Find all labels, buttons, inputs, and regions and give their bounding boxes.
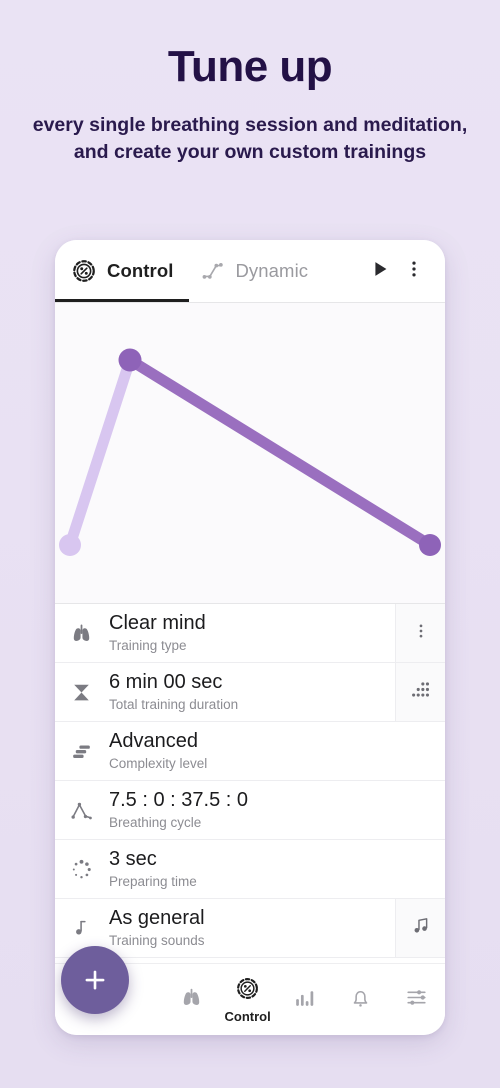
promo-header: Tune up every single breathing session a… (0, 0, 500, 166)
bell-icon (348, 985, 373, 1015)
spinner-dots-icon (55, 840, 107, 898)
bottom-navigation-bar: Control (55, 946, 445, 1035)
lungs-icon (179, 985, 204, 1015)
list-item[interactable]: As general Training sounds (55, 899, 445, 958)
chart-svg (59, 348, 441, 556)
list-item-sublabel: Preparing time (109, 874, 197, 890)
control-gauge-icon (235, 976, 260, 1006)
settings-list: Clear mind Training type 6 min 00 sec To… (55, 604, 445, 963)
chart-point-peak[interactable] (118, 348, 142, 372)
levels-icon (55, 722, 107, 780)
chart-point-start[interactable] (59, 534, 81, 556)
list-item-text: 6 min 00 sec Total training duration (107, 663, 395, 721)
nav-item-statistics[interactable] (276, 964, 332, 1035)
control-gauge-icon (71, 258, 97, 284)
play-button[interactable] (363, 251, 397, 291)
list-item-value: 3 sec (109, 848, 157, 871)
page-title: Tune up (167, 42, 333, 91)
bar-chart-icon (292, 985, 317, 1015)
list-item-value: Clear mind (109, 612, 206, 635)
hourglass-icon (55, 663, 107, 721)
list-item-sounds-button[interactable] (395, 899, 445, 957)
list-item[interactable]: Clear mind Training type (55, 604, 445, 663)
list-item-menu-button[interactable] (395, 604, 445, 662)
more-vertical-icon (412, 622, 430, 645)
sliders-icon (404, 985, 429, 1015)
list-item-action-placeholder (395, 781, 445, 839)
tab-dynamic-label: Dynamic (235, 260, 309, 281)
nav-item-control-label: Control (224, 1008, 271, 1024)
nav-item-control[interactable]: Control (219, 964, 275, 1035)
chart-series-exhale (124, 354, 436, 551)
list-item-value: As general (109, 907, 205, 930)
list-item-sublabel: Complexity level (109, 756, 208, 772)
overflow-menu-button[interactable] (397, 251, 431, 291)
list-item-text: 3 sec Preparing time (107, 840, 395, 898)
tab-control-label: Control (107, 260, 174, 281)
list-item-sublabel: Breathing cycle (109, 815, 202, 831)
add-training-button[interactable] (61, 946, 129, 1014)
list-item-keypad-button[interactable] (395, 663, 445, 721)
nav-item-reminders[interactable] (332, 964, 388, 1035)
plus-icon (85, 970, 105, 990)
tab-dynamic[interactable]: Dynamic (199, 240, 308, 302)
list-item-text: Advanced Complexity level (107, 722, 395, 780)
top-tab-bar: Control Dynamic (55, 240, 445, 302)
list-item-value: Advanced (109, 730, 198, 753)
list-item-text: As general Training sounds (107, 899, 395, 957)
list-item[interactable]: 7.5 : 0 : 37.5 : 0 Breathing cycle (55, 781, 445, 840)
list-item-action-placeholder (395, 722, 445, 780)
tab-control[interactable]: Control (55, 240, 191, 302)
list-item-text: 7.5 : 0 : 37.5 : 0 Breathing cycle (107, 781, 395, 839)
page-subtitle: every single breathing session and medit… (32, 114, 468, 164)
double-music-note-icon (409, 914, 432, 942)
nav-item-settings[interactable] (389, 964, 445, 1035)
list-item-sublabel: Total training duration (109, 697, 239, 713)
list-item-text: Clear mind Training type (107, 604, 395, 662)
more-vertical-icon (404, 259, 424, 284)
list-item[interactable]: Advanced Complexity level (55, 722, 445, 781)
line-chart-icon (199, 258, 225, 284)
app-screenshot-card: Control Dynamic Clear mind Training type… (55, 240, 445, 1035)
nav-item-breathing[interactable] (163, 964, 219, 1035)
breathing-curve-chart[interactable] (55, 303, 445, 603)
breathing-peak-icon (55, 781, 107, 839)
chart-series-inhale (64, 354, 136, 551)
list-item-action-placeholder (395, 840, 445, 898)
list-item-sublabel: Training sounds (109, 933, 205, 949)
list-item-value: 6 min 00 sec (109, 671, 223, 694)
list-item-value: 7.5 : 0 : 37.5 : 0 (109, 789, 248, 812)
play-icon (369, 258, 391, 285)
lungs-icon (55, 604, 107, 662)
keypad-dots-icon (409, 680, 433, 704)
list-item-sublabel: Training type (109, 638, 187, 654)
list-item[interactable]: 6 min 00 sec Total training duration (55, 663, 445, 722)
list-item[interactable]: 3 sec Preparing time (55, 840, 445, 899)
chart-point-end[interactable] (419, 534, 441, 556)
